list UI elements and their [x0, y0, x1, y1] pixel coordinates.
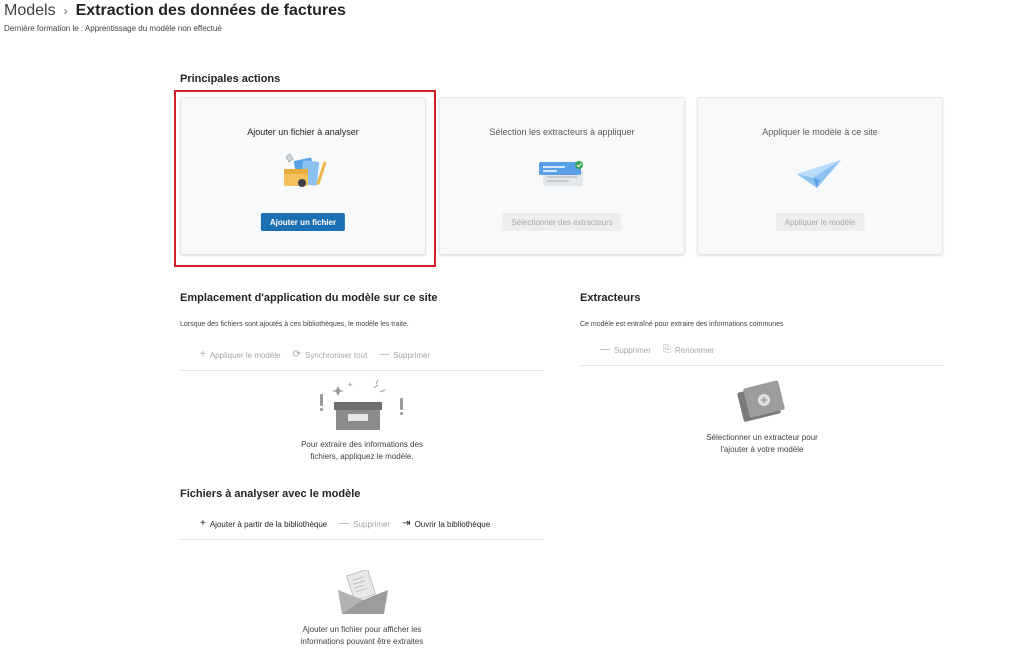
page-title: Extraction des données de factures [75, 2, 346, 19]
sync-icon: ⟳ [292, 349, 301, 360]
divider [580, 365, 944, 366]
sync-all-command[interactable]: ⟳ Synchroniser tout [293, 350, 368, 360]
apply-model-button[interactable]: Appliquer le modèle [775, 213, 865, 231]
delete-location-command[interactable]: — Supprimer [379, 350, 430, 360]
files-toolbar: + Ajouter à partir de la bibliothèque — … [200, 519, 490, 529]
extractors-description: Ce modèle est entraîné pour extraire des… [580, 321, 784, 328]
open-library-command[interactable]: ⇥ Ouvrir la bibliothèque [402, 519, 490, 529]
delete-extractor-command[interactable]: — Supprimer [600, 345, 651, 355]
open-box-illustration-icon [314, 379, 410, 439]
plus-icon: + [200, 349, 206, 360]
rename-extractor-command[interactable]: ⎘ Renommer [663, 345, 715, 355]
files-title: Fichiers à analyser avec le modèle [180, 488, 361, 500]
divider [180, 539, 544, 540]
minus-icon: — [600, 344, 610, 355]
add-file-button[interactable]: Ajouter un fichier [260, 213, 346, 231]
add-from-library-command[interactable]: + Ajouter à partir de la bibliothèque [200, 519, 327, 529]
breadcrumb: Models › Extraction des données de factu… [4, 2, 346, 20]
apply-model-command[interactable]: + Appliquer le modèle [200, 350, 281, 360]
chevron-right-icon: › [63, 4, 68, 18]
minus-icon: — [379, 349, 390, 360]
card-apply-model-title: Appliquer le modèle à ce site [762, 127, 878, 137]
select-extractors-button[interactable]: Sélectionner des extracteurs [502, 213, 622, 231]
card-apply-model: Appliquer le modèle à ce site Appliquer … [697, 97, 943, 255]
apply-location-title: Emplacement d'application du modèle sur … [180, 292, 438, 304]
apply-location-toolbar: + Appliquer le modèle ⟳ Synchroniser tou… [200, 350, 430, 360]
files-empty-state: Ajouter un fichier pour afficher les inf… [300, 625, 424, 646]
extractors-empty-state: Sélectionner un extracteur pour l'ajoute… [706, 433, 818, 454]
paper-plane-icon [795, 158, 845, 197]
last-training-status: Dernière formation le : Apprentissage du… [4, 24, 222, 33]
rename-icon: ⎘ [662, 344, 671, 355]
plus-icon: + [200, 518, 206, 529]
apply-location-description: Lorsque des fichiers sont ajoutés à ces … [180, 321, 409, 328]
files-illustration-icon [278, 153, 328, 198]
card-select-extractors-title: Sélection les extracteurs à appliquer [489, 127, 635, 137]
extractor-cards-icon [537, 160, 587, 195]
minus-icon: — [339, 518, 350, 529]
apply-location-empty-state: Pour extraire des informations des fichi… [301, 440, 423, 461]
card-add-file: Ajouter un fichier à analyser Ajouter un… [180, 97, 426, 255]
card-add-file-title: Ajouter un fichier à analyser [247, 127, 359, 137]
extractors-title: Extracteurs [580, 292, 641, 304]
main-actions-title: Principales actions [180, 73, 281, 85]
empty-folder-illustration-icon [336, 568, 390, 623]
card-select-extractors: Sélection les extracteurs à appliquer Sé… [439, 97, 685, 255]
extractors-toolbar: — Supprimer ⎘ Renommer [600, 345, 714, 355]
divider [180, 370, 544, 371]
breadcrumb-models-link[interactable]: Models [4, 2, 56, 20]
extractor-tag-illustration-icon [736, 378, 788, 431]
delete-file-command[interactable]: — Supprimer [339, 519, 390, 529]
open-arrow-icon: ⇥ [402, 518, 411, 529]
